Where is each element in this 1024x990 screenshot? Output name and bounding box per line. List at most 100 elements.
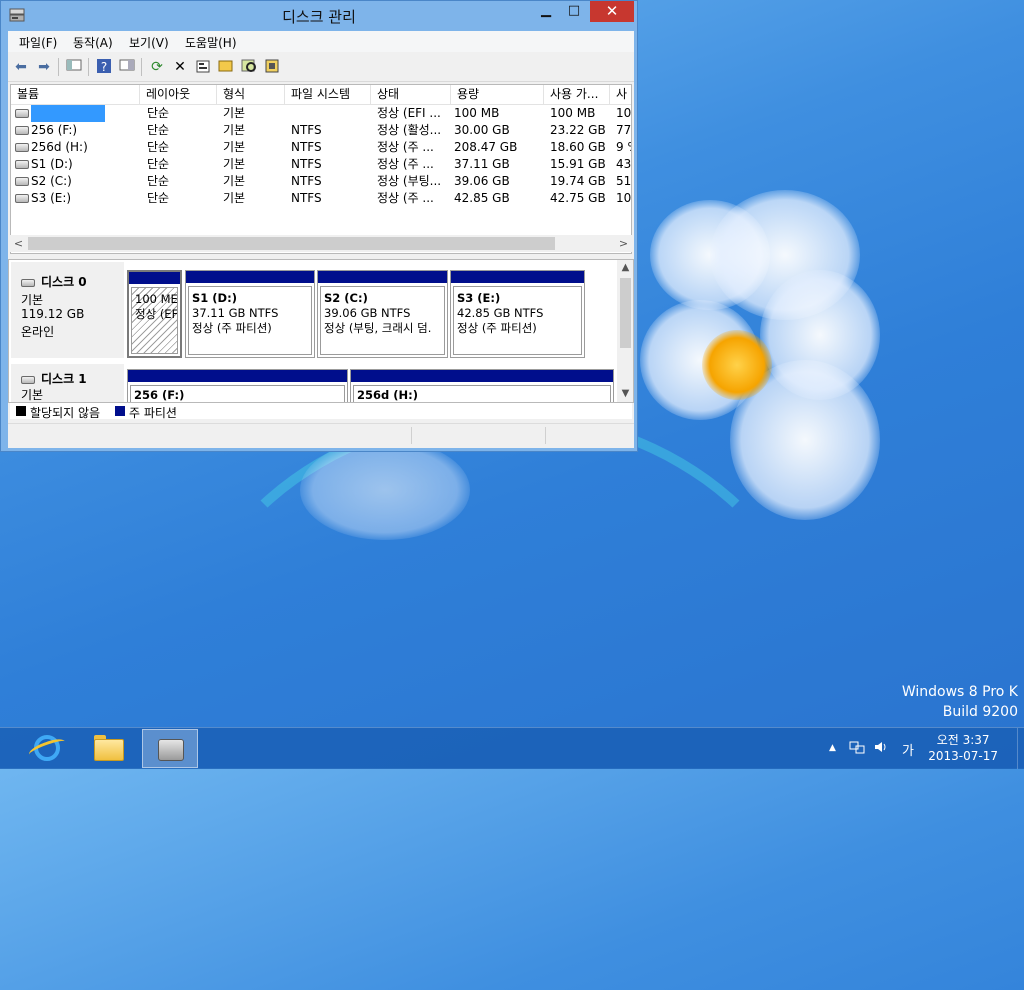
partition-256-f[interactable]: 256 (F:) xyxy=(127,369,348,402)
volume-name: S2 (C:) xyxy=(31,174,72,188)
col-capacity[interactable]: 용량 xyxy=(451,85,544,104)
partition-title: S1 (D:) xyxy=(192,291,237,305)
explore-icon[interactable] xyxy=(240,58,258,76)
partition-size: 37.11 GB NTFS xyxy=(192,306,279,320)
partition-s1[interactable]: S1 (D:) 37.11 GB NTFS 정상 (주 파티션) xyxy=(185,270,315,358)
col-volume[interactable]: 볼륨 xyxy=(11,85,140,104)
refresh-icon[interactable]: ⟳ xyxy=(148,58,166,76)
table-row[interactable]: S3 (E:) 단순 기본 NTFS 정상 (주 ... 42.85 GB 42… xyxy=(11,190,631,207)
volume-layout: 단순 xyxy=(147,191,170,205)
legend: 할당되지 않음 주 파티션 xyxy=(10,403,632,420)
menu-file[interactable]: 파일(F) xyxy=(19,34,57,51)
volume-icon[interactable] xyxy=(873,740,889,758)
console-tree-icon[interactable] xyxy=(65,58,83,76)
show-hidden-icons-icon[interactable]: ▲ xyxy=(829,743,836,753)
graphical-view-vscrollbar[interactable]: ▲ ▼ xyxy=(617,260,633,402)
rescan-icon[interactable] xyxy=(263,58,281,76)
volume-capacity: 37.11 GB xyxy=(454,157,510,171)
table-row[interactable]: S1 (D:) 단순 기본 NTFS 정상 (주 ... 37.11 GB 15… xyxy=(11,156,631,173)
volume-status: 정상 (주 ... xyxy=(377,157,434,171)
disk-1-kind: 기본 xyxy=(21,388,44,402)
partition-efi[interactable]: 100 ME 정상 (EF xyxy=(127,270,182,358)
open-icon[interactable] xyxy=(217,58,235,76)
scroll-right-icon[interactable]: > xyxy=(615,235,632,252)
volume-free: 19.74 GB xyxy=(550,174,606,188)
col-layout[interactable]: 레이아웃 xyxy=(140,85,217,104)
legend-primary: 주 파티션 xyxy=(129,406,177,420)
network-icon[interactable] xyxy=(849,740,865,758)
scroll-up-icon[interactable]: ▲ xyxy=(617,260,633,276)
maximize-button[interactable]: □ xyxy=(561,1,587,22)
disk-0-label[interactable]: 디스크 0 기본 119.12 GB 온라인 xyxy=(11,262,124,358)
partition-status: 정상 (EF xyxy=(135,307,178,321)
properties-icon[interactable] xyxy=(194,58,212,76)
volume-capacity: 100 MB xyxy=(454,106,500,120)
menu-help[interactable]: 도움말(H) xyxy=(185,34,237,51)
volume-status: 정상 (주 ... xyxy=(377,191,434,205)
delete-icon[interactable]: ✕ xyxy=(171,58,189,76)
close-button[interactable]: ✕ xyxy=(590,1,634,22)
disk-graphical-view: 디스크 0 기본 119.12 GB 온라인 100 ME 정상 (EF S1 … xyxy=(8,259,634,403)
os-watermark: Windows 8 Pro K Build 9200 xyxy=(902,684,1018,720)
table-row[interactable]: S2 (C:) 단순 기본 NTFS 정상 (부팅... 39.06 GB 19… xyxy=(11,173,631,190)
volume-layout: 단순 xyxy=(147,174,170,188)
wallpaper-stem xyxy=(170,410,830,990)
volume-type: 기본 xyxy=(223,123,246,137)
title-bar[interactable]: 디스크 관리 ▁ □ ✕ xyxy=(1,1,637,31)
disk-1-name: 디스크 1 xyxy=(41,372,87,386)
volume-icon xyxy=(15,126,29,135)
col-filesystem[interactable]: 파일 시스템 xyxy=(285,85,371,104)
table-row[interactable]: 256 (F:) 단순 기본 NTFS 정상 (활성... 30.00 GB 2… xyxy=(11,122,631,139)
partition-s2[interactable]: S2 (C:) 39.06 GB NTFS 정상 (부팅, 크래시 덤. xyxy=(317,270,448,358)
volume-free: 100 MB xyxy=(550,106,596,120)
wallpaper-petal xyxy=(300,440,470,540)
volume-name: 256 (F:) xyxy=(31,123,78,137)
volume-list-hscrollbar[interactable]: < > xyxy=(10,235,632,252)
table-row[interactable]: 단순 기본 정상 (EFI ... 100 MB 100 MB 10( xyxy=(11,105,631,122)
taskbar-disk-management[interactable] xyxy=(142,729,198,768)
col-type[interactable]: 형식 xyxy=(217,85,285,104)
partition-status: 정상 (주 파티션) xyxy=(192,321,272,335)
forward-icon[interactable]: ➡ xyxy=(35,58,53,76)
disk-0-state: 온라인 xyxy=(21,325,55,339)
svg-text:?: ? xyxy=(101,60,107,74)
col-percent-free[interactable]: 사 xyxy=(610,85,631,104)
table-row[interactable]: 256d (H:) 단순 기본 NTFS 정상 (주 ... 208.47 GB… xyxy=(11,139,631,156)
partition-size: 39.06 GB NTFS xyxy=(324,306,411,320)
volume-name: S3 (E:) xyxy=(31,191,72,205)
scroll-down-icon[interactable]: ▼ xyxy=(617,386,633,402)
clock-time: 오전 3:37 xyxy=(936,733,990,747)
volume-free: 23.22 GB xyxy=(550,123,606,137)
volume-type: 기본 xyxy=(223,140,246,154)
volume-status: 정상 (주 ... xyxy=(377,140,434,154)
scroll-left-icon[interactable]: < xyxy=(10,235,27,252)
disk-0-kind: 기본 xyxy=(21,293,44,307)
minimize-button[interactable]: ▁ xyxy=(533,1,559,22)
clock-date: 2013-07-17 xyxy=(928,749,998,763)
partition-s3[interactable]: S3 (E:) 42.85 GB NTFS 정상 (주 파티션) xyxy=(450,270,585,358)
help-icon[interactable]: ? xyxy=(95,58,113,76)
menu-action[interactable]: 동작(A) xyxy=(73,34,113,51)
taskbar-file-explorer[interactable] xyxy=(80,729,136,768)
taskbar-internet-explorer[interactable] xyxy=(17,729,73,768)
disk-1-label[interactable]: 디스크 1 기본 xyxy=(11,364,124,402)
show-desktop-button[interactable] xyxy=(1017,728,1024,769)
menu-view[interactable]: 보기(V) xyxy=(129,34,169,51)
col-status[interactable]: 상태 xyxy=(371,85,451,104)
legend-swatch-primary xyxy=(115,406,125,416)
volume-type: 기본 xyxy=(223,157,246,171)
disk-0-size: 119.12 GB xyxy=(21,307,85,321)
hscroll-thumb[interactable] xyxy=(28,237,555,250)
disk-0-name: 디스크 0 xyxy=(41,275,87,289)
col-free-space[interactable]: 사용 가... xyxy=(544,85,610,104)
partition-title: S2 (C:) xyxy=(324,291,368,305)
properties-view-icon[interactable] xyxy=(118,58,136,76)
clock[interactable]: 오전 3:37 2013-07-17 xyxy=(928,732,998,764)
partition-256d-h[interactable]: 256d (H:) xyxy=(350,369,614,402)
input-method-indicator[interactable]: 가 xyxy=(902,740,914,759)
toolbar: ⬅ ➡ ? ⟳ ✕ xyxy=(8,53,634,82)
back-icon[interactable]: ⬅ xyxy=(12,58,30,76)
volume-fs: NTFS xyxy=(291,174,322,188)
vscroll-thumb[interactable] xyxy=(620,278,631,348)
partition-title: 256 (F:) xyxy=(134,388,185,402)
